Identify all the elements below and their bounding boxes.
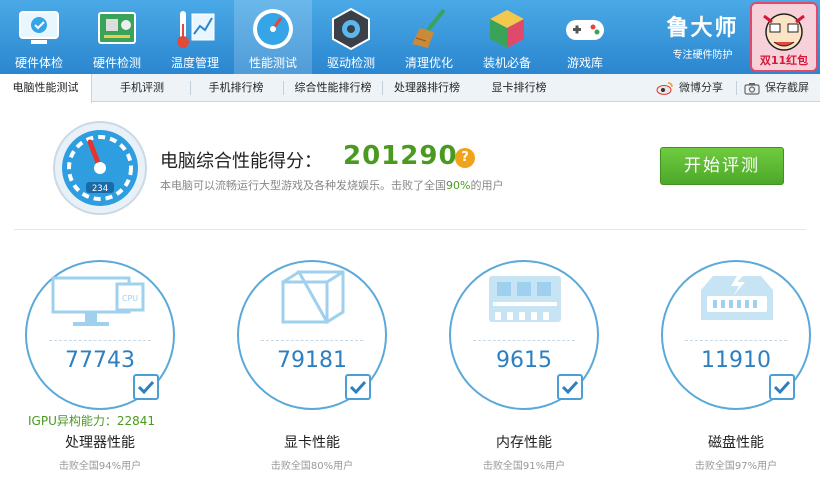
cpu-monitor-icon: CPU (51, 276, 145, 326)
nav-performance-test[interactable]: 性能测试 (234, 0, 312, 74)
monitor-check-icon (19, 11, 59, 44)
cube-box-icon (490, 10, 524, 48)
promo-text: 双11红包 (759, 54, 809, 67)
brand-tagline: 专注硬件防护 (672, 50, 733, 61)
tab-gpu-ranking[interactable]: 显卡排行榜 (475, 74, 563, 102)
help-icon[interactable]: ? (455, 148, 475, 168)
gauge-readout: 234 (92, 184, 108, 194)
svg-text:CPU: CPU (122, 294, 138, 303)
circle-divider (261, 340, 363, 341)
tab-cpu-ranking[interactable]: 处理器排行榜 (383, 74, 471, 102)
performance-gauge-icon: 234 (53, 121, 147, 215)
top-navigation-bar: 硬件体检 硬件检测 温度管理 性能测试 驱动检测 清理优化 装机必备 游戏库 鲁… (0, 0, 820, 74)
weibo-icon (656, 82, 673, 95)
nav-label: 温度管理 (170, 56, 219, 70)
nav-game-library[interactable]: 游戏库 (546, 0, 624, 74)
tab-separator (190, 81, 191, 95)
section-divider (14, 229, 806, 230)
check-icon (557, 374, 583, 400)
memory-metric-name: 内存性能 (496, 435, 552, 451)
save-screenshot-button[interactable]: 保存截屏 (744, 74, 809, 102)
nav-label: 硬件检测 (92, 56, 141, 70)
brand-logo: 鲁大师 专注硬件防护 (655, 10, 750, 61)
brand-name: 鲁大师 (666, 16, 739, 41)
disk-score: 11910 (701, 348, 771, 373)
memory-beat-rate: 击败全国91%用户 (482, 461, 566, 472)
nav-label: 清理优化 (404, 56, 453, 70)
tab-pc-performance[interactable]: 电脑性能测试 (0, 74, 92, 103)
gamepad-icon (566, 20, 604, 40)
check-icon (769, 374, 795, 400)
gpu-metric-name: 显卡性能 (284, 435, 340, 451)
nav-label: 性能测试 (248, 56, 297, 70)
cpu-score: 77743 (65, 348, 135, 373)
nav-must-install[interactable]: 装机必备 (468, 0, 546, 74)
disk-metric-name: 磁盘性能 (708, 435, 764, 451)
broom-icon (412, 8, 446, 48)
gear-chip-icon (332, 7, 370, 51)
nav-label: 游戏库 (566, 56, 603, 70)
share-separator (736, 81, 737, 95)
cpu-metric-name: 处理器性能 (65, 435, 135, 451)
metric-gpu: 79181 显卡性能 击败全国80%用户 (237, 260, 387, 472)
nav-hardware-detect[interactable]: 硬件检测 (78, 0, 156, 74)
igpu-capability: IGPU异构能力：22841 (28, 414, 156, 428)
nav-cleanup[interactable]: 清理优化 (390, 0, 468, 74)
circle-divider (49, 340, 151, 341)
gpu-score: 79181 (277, 348, 347, 373)
score-description: 本电脑可以流畅运行大型游戏及各种发烧娱乐。击败了全国90%的用户 (160, 177, 503, 193)
check-icon (345, 374, 371, 400)
nav-label: 驱动检测 (326, 56, 375, 70)
metric-disk: 11910 磁盘性能 击败全国97%用户 (661, 260, 811, 472)
tab-bar: 电脑性能测试 手机评测 手机排行榜 综合性能排行榜 处理器排行榜 显卡排行榜 微… (0, 74, 820, 103)
mascot-icon (763, 13, 805, 51)
camera-icon (744, 82, 760, 95)
thermometer-icon (177, 11, 215, 48)
weibo-share-label: 微博分享 (679, 81, 723, 94)
circle-divider (473, 340, 575, 341)
gpu-beat-rate: 击败全国80%用户 (270, 461, 354, 472)
score-desc-prefix: 本电脑可以流畅运行大型游戏及各种发烧娱乐。击败了全国 (160, 179, 446, 192)
disk-beat-rate: 击败全国97%用户 (694, 461, 778, 472)
cpu-beat-rate: 击败全国94%用户 (58, 461, 142, 472)
total-score: 201290 (343, 141, 458, 171)
check-icon (133, 374, 159, 400)
metric-memory: 9615 内存性能 击败全国91%用户 (449, 260, 599, 472)
score-desc-percent: 90% (446, 179, 471, 192)
nav-temperature[interactable]: 温度管理 (156, 0, 234, 74)
disk-drive-icon (701, 276, 773, 320)
tab-overall-ranking[interactable]: 综合性能排行榜 (284, 74, 382, 102)
weibo-share-button[interactable]: 微博分享 (656, 74, 723, 102)
tab-phone-ranking[interactable]: 手机排行榜 (192, 74, 280, 102)
tab-phone-review[interactable]: 手机评测 (98, 74, 186, 102)
speedometer-icon (253, 9, 293, 49)
nav-hardware-checkup[interactable]: 硬件体检 (0, 0, 78, 74)
score-title: 电脑综合性能得分： (160, 151, 322, 172)
circle-divider (685, 340, 787, 341)
memory-score: 9615 (496, 348, 552, 373)
nav-label: 装机必备 (482, 56, 531, 70)
start-test-button[interactable]: 开始评测 (660, 147, 784, 185)
save-screenshot-label: 保存截屏 (765, 81, 809, 94)
memory-chip-icon (489, 276, 561, 322)
circuit-board-icon (98, 12, 136, 44)
nav-label: 硬件体检 (14, 56, 63, 70)
metric-cpu: CPU 77743 处理器性能 击败全国94%用户 (25, 260, 175, 472)
score-desc-suffix: 的用户 (470, 179, 504, 192)
nav-driver-detect[interactable]: 驱动检测 (312, 0, 390, 74)
gpu-cube-icon (281, 270, 345, 325)
promo-banner[interactable]: 双11红包 (750, 2, 818, 72)
